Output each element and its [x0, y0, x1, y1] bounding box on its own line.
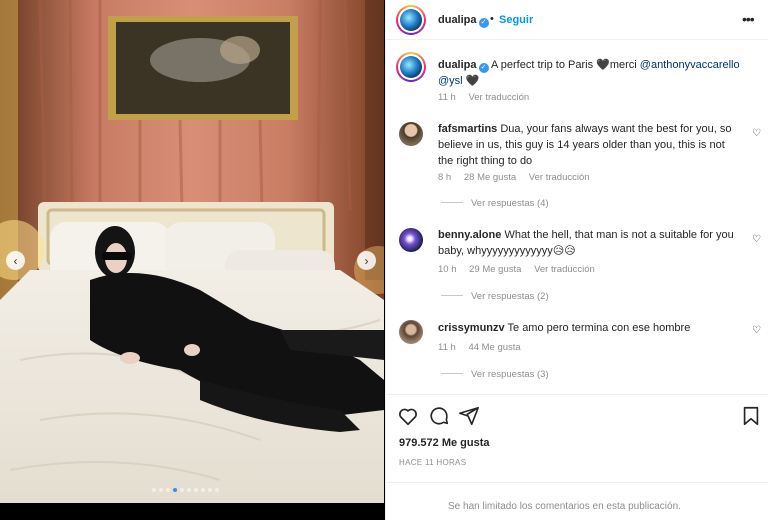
comment: fafsmartins Dua, your fans always want t…	[438, 121, 743, 169]
more-horizontal-icon[interactable]: •••	[742, 11, 755, 27]
post-side-panel: dualipa ✓ • Seguir ••• dualipa ✓ A perfect…	[385, 0, 768, 520]
comment-likes[interactable]: 28 Me gusta	[464, 172, 516, 183]
comments-limited-text: Se han limitado los comentarios en esta …	[448, 501, 681, 512]
comment-like-icon[interactable]: ♡	[752, 234, 761, 245]
comment: crissymunzv Te amo pero termina con ese …	[438, 320, 743, 336]
replies-divider	[441, 295, 463, 296]
carousel-dot	[159, 488, 163, 492]
view-replies-label: Ver respuestas (4)	[471, 198, 549, 209]
instagram-post-modal: ‹ › dualipa ✓ • Seguir ••• dualipa ✓ A per…	[0, 0, 768, 520]
caption-username[interactable]: dualipa	[438, 59, 477, 71]
carousel-dot	[215, 488, 219, 492]
share-icon[interactable]	[458, 405, 480, 427]
header-separator: •	[490, 13, 494, 25]
carousel-dot	[194, 488, 198, 492]
avatar[interactable]	[399, 122, 423, 146]
photo-letterbox	[0, 503, 385, 520]
chevron-left-icon: ‹	[13, 253, 18, 268]
author-username[interactable]: dualipa	[438, 14, 477, 26]
replies-divider	[441, 373, 463, 374]
comment-likes[interactable]: 44 Me gusta	[468, 342, 520, 353]
carousel-dot	[173, 488, 177, 492]
post-caption: dualipa ✓ A perfect trip to Paris 🖤merci …	[438, 57, 758, 89]
comment-meta: 11 h 44 Me gusta	[438, 342, 531, 353]
caption-meta: 11 h Ver traducción	[438, 92, 539, 103]
mention-link[interactable]: @anthonyvaccarello	[640, 59, 740, 71]
carousel-dot	[180, 488, 184, 492]
comment-likes[interactable]: 29 Me gusta	[469, 264, 521, 275]
translate-link[interactable]: Ver traducción	[529, 172, 590, 183]
carousel-dot	[152, 488, 156, 492]
view-replies-button[interactable]: Ver respuestas (3)	[441, 369, 549, 380]
comment-time[interactable]: 10 h	[438, 264, 457, 275]
comment-meta: 10 h 29 Me gusta Ver traducción	[438, 264, 605, 275]
carousel-prev-button[interactable]: ‹	[6, 251, 25, 270]
likes-count[interactable]: 979.572 Me gusta	[399, 437, 490, 449]
bookmark-icon[interactable]	[740, 405, 762, 427]
comment-username[interactable]: benny.alone	[438, 229, 501, 241]
comments-limited-notice: Se han limitado los comentarios en esta …	[386, 482, 768, 520]
carousel-indicator	[152, 488, 219, 492]
comment-meta: 8 h 28 Me gusta Ver traducción	[438, 172, 600, 183]
translate-link[interactable]: Ver traducción	[468, 92, 529, 103]
comment: benny.alone What the hell, that man is n…	[438, 227, 743, 259]
comment-text: Te amo pero termina con ese hombre	[507, 322, 691, 334]
post-photo: ‹ ›	[0, 0, 385, 520]
carousel-dot	[166, 488, 170, 492]
view-replies-button[interactable]: Ver respuestas (4)	[441, 198, 549, 209]
caption-author-avatar[interactable]	[396, 52, 426, 82]
caption-emoji: 🖤	[465, 75, 480, 87]
view-replies-label: Ver respuestas (3)	[471, 369, 549, 380]
comment-like-icon[interactable]: ♡	[752, 128, 761, 139]
caption-text: A perfect trip to Paris 🖤merci	[490, 59, 637, 71]
follow-button[interactable]: Seguir	[499, 14, 533, 26]
replies-divider	[441, 202, 463, 203]
chevron-right-icon: ›	[364, 253, 369, 268]
comment-time[interactable]: 11 h	[438, 342, 456, 353]
carousel-dot	[187, 488, 191, 492]
comment-icon[interactable]	[428, 405, 450, 427]
verified-badge-icon: ✓	[478, 18, 489, 28]
comment-like-icon[interactable]: ♡	[752, 325, 761, 336]
avatar[interactable]	[399, 320, 423, 344]
carousel-next-button[interactable]: ›	[357, 251, 376, 270]
view-replies-button[interactable]: Ver respuestas (2)	[441, 291, 549, 302]
post-header: dualipa ✓ • Seguir •••	[386, 0, 768, 40]
heart-icon[interactable]	[397, 405, 419, 427]
caption-time[interactable]: 11 h	[438, 92, 456, 103]
post-timestamp[interactable]: HACE 11 HORAS	[399, 458, 466, 467]
mention-link[interactable]: @ysl	[438, 75, 463, 87]
avatar[interactable]	[399, 228, 423, 252]
view-replies-label: Ver respuestas (2)	[471, 291, 549, 302]
post-image	[0, 0, 384, 503]
carousel-dot	[201, 488, 205, 492]
comment-time[interactable]: 8 h	[438, 172, 451, 183]
comment-username[interactable]: fafsmartins	[438, 123, 497, 135]
comment-username[interactable]: crissymunzv	[438, 322, 505, 334]
verified-badge-icon: ✓	[478, 63, 489, 73]
carousel-dot	[208, 488, 212, 492]
author-avatar[interactable]	[396, 5, 426, 35]
translate-link[interactable]: Ver traducción	[534, 264, 595, 275]
